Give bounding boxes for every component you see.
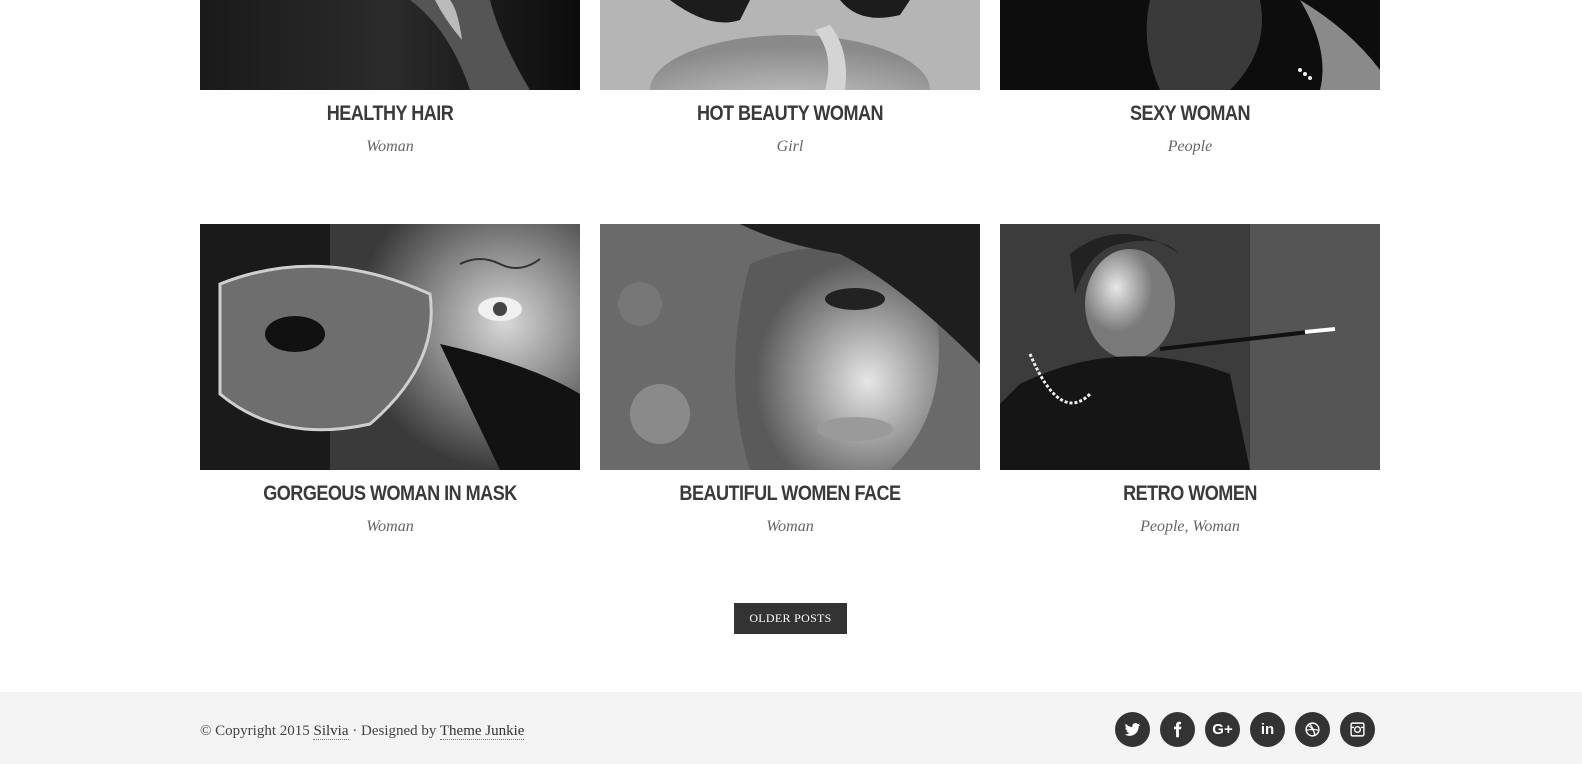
dribbble-icon: [1305, 722, 1320, 737]
post-categories: Woman: [200, 518, 580, 536]
post-title[interactable]: GORGEOUS WOMAN IN MASK: [227, 482, 554, 506]
photo-retro-women: [1000, 224, 1380, 470]
category-link[interactable]: Woman: [1193, 518, 1240, 535]
post-title[interactable]: HEALTHY HAIR: [227, 102, 554, 126]
post-thumbnail[interactable]: [1000, 0, 1380, 90]
twitter-icon: [1124, 723, 1141, 736]
post-thumbnail[interactable]: [200, 224, 580, 470]
post-title[interactable]: SEXY WOMAN: [1027, 102, 1354, 126]
category-link[interactable]: Girl: [777, 138, 804, 155]
photo-hot-beauty-woman: [600, 0, 980, 90]
category-link[interactable]: Woman: [366, 518, 413, 535]
post-categories: People, Woman: [1000, 518, 1380, 536]
post-categories: Woman: [600, 518, 980, 536]
instagram-icon: [1350, 722, 1365, 737]
facebook-icon: [1173, 721, 1182, 738]
post-thumbnail[interactable]: [600, 0, 980, 90]
instagram-link[interactable]: [1340, 712, 1375, 747]
category-link[interactable]: People: [1168, 138, 1212, 155]
linkedin-link[interactable]: in: [1250, 712, 1285, 747]
category-separator: ,: [1184, 518, 1193, 535]
dribbble-link[interactable]: [1295, 712, 1330, 747]
post-categories: Woman: [200, 138, 580, 156]
site-name-link[interactable]: Silvia: [313, 723, 349, 740]
designed-by-text: · Designed by: [352, 723, 437, 739]
photo-beautiful-women-face: [600, 224, 980, 470]
photo-healthy-hair: [200, 0, 580, 90]
photo-woman-in-mask: [200, 224, 580, 470]
google-plus-link[interactable]: G+: [1205, 712, 1240, 747]
social-links: G+ in: [1115, 712, 1375, 747]
designer-link[interactable]: Theme Junkie: [439, 723, 525, 740]
copyright-text: © Copyright 2015 Silvia · Designed by Th…: [200, 723, 525, 740]
post-thumbnail[interactable]: [1000, 224, 1380, 470]
google-plus-icon: G+: [1212, 721, 1233, 738]
linkedin-icon: in: [1260, 721, 1275, 738]
photo-sexy-woman: [1000, 0, 1380, 90]
older-posts-button[interactable]: OLDER POSTS: [734, 603, 847, 634]
post-thumbnail[interactable]: [200, 0, 580, 90]
copyright-prefix: © Copyright 2015: [200, 723, 310, 739]
post-title[interactable]: BEAUTIFUL WOMEN FACE: [627, 482, 954, 506]
category-link[interactable]: Woman: [366, 138, 413, 155]
twitter-link[interactable]: [1115, 712, 1150, 747]
category-link[interactable]: People: [1140, 518, 1184, 535]
site-footer: © Copyright 2015 Silvia · Designed by Th…: [0, 692, 1582, 764]
post-categories: People: [1000, 138, 1380, 156]
post-title[interactable]: HOT BEAUTY WOMAN: [627, 102, 954, 126]
facebook-link[interactable]: [1160, 712, 1195, 747]
post-thumbnail[interactable]: [600, 224, 980, 470]
post-title[interactable]: RETRO WOMEN: [1027, 482, 1354, 506]
post-categories: Girl: [600, 138, 980, 156]
category-link[interactable]: Woman: [766, 518, 813, 535]
